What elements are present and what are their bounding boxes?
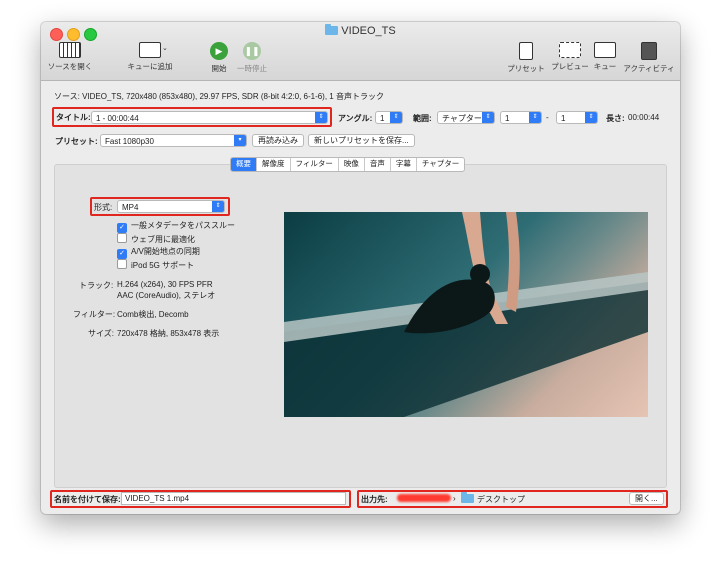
tab-summary[interactable]: 概要 bbox=[231, 158, 257, 171]
pause-icon: ❚❚ bbox=[243, 42, 261, 60]
folder-icon bbox=[325, 24, 339, 35]
tracks-label: トラック: bbox=[79, 281, 114, 290]
redacted-path bbox=[397, 494, 451, 502]
source-info: ソース: VIDEO_TS, 720x480 (853x480), 29.97 … bbox=[54, 92, 384, 101]
duration-label: 長さ: bbox=[606, 114, 625, 123]
queue-button[interactable]: キュー bbox=[592, 42, 618, 72]
passthru-metadata-checkbox[interactable]: ✓ 一般メタデータをパススルー bbox=[117, 220, 235, 233]
checkmark-icon: ✓ bbox=[117, 249, 127, 259]
reload-preset-button[interactable]: 再読み込み bbox=[252, 134, 304, 147]
save-new-preset-button[interactable]: 新しいプリセットを保存... bbox=[308, 134, 415, 147]
range-dash: - bbox=[546, 113, 549, 122]
angle-select[interactable]: 1 ⇕ bbox=[375, 111, 403, 124]
tab-video[interactable]: 映像 bbox=[339, 158, 365, 171]
chevron-down-icon: ▾ bbox=[234, 135, 246, 146]
title-select[interactable]: 1 - 00:00:44 ⇕ bbox=[91, 111, 328, 124]
unchecked-box-icon bbox=[117, 233, 127, 243]
filters-label: フィルター: bbox=[73, 310, 116, 319]
duration-value: 00:00:44 bbox=[628, 113, 660, 122]
chevron-updown-icon: ⇕ bbox=[529, 112, 541, 123]
tab-dimensions[interactable]: 解像度 bbox=[257, 158, 291, 171]
destination-path[interactable]: デスクトップ bbox=[461, 492, 525, 505]
save-as-label: 名前を付けて保存: bbox=[54, 495, 121, 504]
destination-label: 出力先: bbox=[361, 495, 388, 504]
preset-label: プリセット: bbox=[55, 137, 98, 146]
activity-button[interactable]: アクティビティ bbox=[621, 42, 677, 74]
tracks-audio: AAC (CoreAudio), ステレオ bbox=[117, 291, 216, 300]
ipod-5g-checkbox[interactable]: iPod 5G サポート bbox=[117, 259, 194, 271]
range-label: 範囲: bbox=[413, 114, 432, 123]
preview-button[interactable]: プレビュー bbox=[548, 42, 592, 72]
presets-button[interactable]: プリセット bbox=[506, 42, 546, 74]
chevron-updown-icon: ⇕ bbox=[390, 112, 402, 123]
preview-frame bbox=[284, 212, 648, 417]
photos-stack-icon bbox=[594, 42, 616, 58]
web-optimized-checkbox[interactable]: ウェブ用に最適化 bbox=[117, 233, 195, 245]
film-icon bbox=[559, 42, 581, 58]
pause-button[interactable]: ❚❚ 一時停止 bbox=[235, 42, 269, 74]
tab-filters[interactable]: フィルター bbox=[291, 158, 339, 171]
tab-audio[interactable]: 音声 bbox=[365, 158, 391, 171]
checkmark-icon: ✓ bbox=[117, 223, 127, 233]
start-button[interactable]: ▶ 開始 bbox=[208, 42, 230, 74]
range-type-select[interactable]: チャプター ⇕ bbox=[437, 111, 495, 124]
main-content: ソース: VIDEO_TS, 720x480 (853x480), 29.97 … bbox=[41, 81, 680, 514]
format-label: 形式: bbox=[94, 203, 113, 212]
settings-tabs: 概要 解像度 フィルター 映像 音声 字幕 チャプター bbox=[230, 157, 466, 172]
unchecked-box-icon bbox=[117, 259, 127, 269]
format-select[interactable]: MP4 ⇕ bbox=[117, 200, 225, 213]
browse-button[interactable]: 開く... bbox=[629, 492, 664, 505]
angle-label: アングル: bbox=[338, 114, 373, 123]
chevron-updown-icon: ⇕ bbox=[212, 201, 224, 212]
size-value: 720x478 格納, 853x478 表示 bbox=[117, 329, 220, 338]
filters-value: Comb検出, Decomb bbox=[117, 310, 189, 319]
video-preview-image[interactable] bbox=[284, 212, 648, 417]
clapperboard-icon bbox=[59, 42, 81, 58]
chevron-updown-icon: ⇕ bbox=[315, 112, 327, 123]
folder-icon bbox=[461, 492, 474, 503]
activity-log-icon bbox=[641, 42, 657, 60]
play-icon: ▶ bbox=[210, 42, 228, 60]
av-align-start-checkbox[interactable]: ✓ A/V開始地点の同期 bbox=[117, 246, 200, 259]
open-source-button[interactable]: ソースを開く bbox=[47, 42, 93, 72]
handbrake-window: VIDEO_TS ソースを開く キューに追加 ⌄ ▶ 開始 ❚❚ 一時停止 プリ… bbox=[41, 22, 680, 514]
tracks-video: H.264 (x264), 30 FPS PFR bbox=[117, 280, 213, 289]
path-separator-icon: › bbox=[453, 494, 456, 503]
window-title: VIDEO_TS bbox=[41, 24, 680, 37]
chevron-updown-icon: ⇕ bbox=[482, 112, 494, 123]
size-label: サイズ: bbox=[88, 329, 114, 338]
tab-chapters[interactable]: チャプター bbox=[417, 158, 464, 171]
chevron-updown-icon: ⇕ bbox=[585, 112, 597, 123]
save-as-field[interactable]: VIDEO_TS 1.mp4 bbox=[121, 492, 346, 505]
presets-list-icon bbox=[519, 42, 533, 60]
title-label: タイトル: bbox=[56, 113, 91, 122]
range-start-select[interactable]: 1 ⇕ bbox=[500, 111, 542, 124]
chevron-down-icon[interactable]: ⌄ bbox=[162, 44, 168, 52]
range-end-select[interactable]: 1 ⇕ bbox=[556, 111, 598, 124]
toolbar: VIDEO_TS ソースを開く キューに追加 ⌄ ▶ 開始 ❚❚ 一時停止 プリ… bbox=[41, 22, 680, 81]
add-image-icon bbox=[139, 42, 161, 58]
tab-subtitles[interactable]: 字幕 bbox=[391, 158, 417, 171]
preset-select[interactable]: Fast 1080p30 ▾ bbox=[100, 134, 247, 147]
